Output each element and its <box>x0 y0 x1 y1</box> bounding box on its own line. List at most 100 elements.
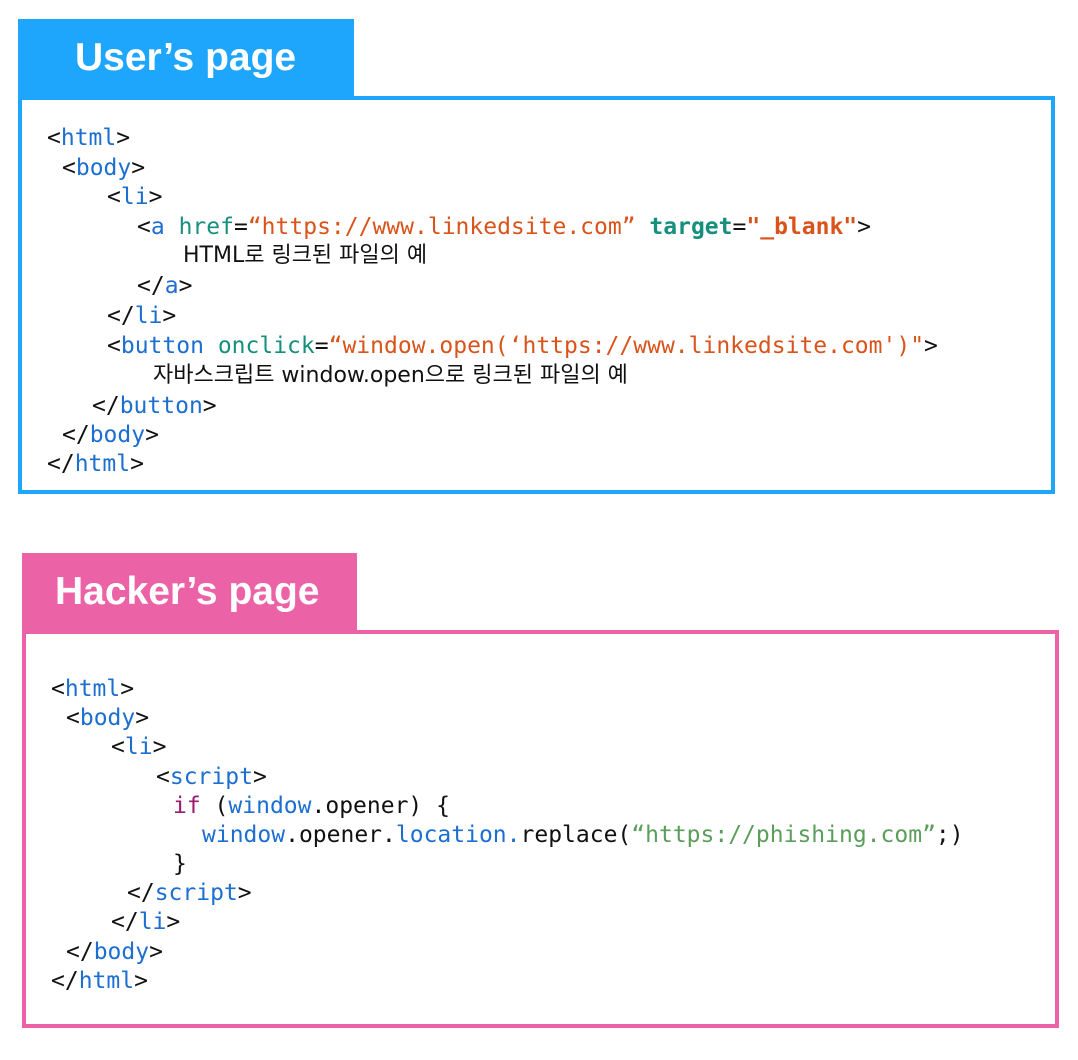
punct: < <box>47 125 61 151</box>
code-line: </html> <box>51 966 148 996</box>
punct: > <box>120 676 135 702</box>
tag-name: html <box>78 968 135 994</box>
tag-name: body <box>89 422 146 448</box>
code-line: <li> <box>111 732 166 762</box>
punct: < <box>107 333 121 359</box>
tag-name: button <box>120 333 204 359</box>
code-line: window.opener.location.replace(“https://… <box>202 820 964 850</box>
tag-name: button <box>119 393 203 419</box>
punct: > <box>135 705 150 731</box>
hacker-page-tab: Hacker’s page <box>22 553 357 631</box>
tag-name: li <box>138 909 167 935</box>
button-text: 자바스크립트 window.open으로 링크된 파일의 예 <box>153 363 628 388</box>
punct: > <box>924 333 938 359</box>
code-line: </body> <box>66 937 163 967</box>
attribute-name: href <box>178 214 234 240</box>
tag-name: a <box>164 273 179 299</box>
code-line: <html> <box>47 123 130 153</box>
punct: ( <box>200 793 229 819</box>
tag-name: script <box>154 880 238 906</box>
code-line: <body> <box>62 153 145 183</box>
punct: </ <box>66 939 94 965</box>
hacker-page-title: Hacker’s page <box>55 570 320 613</box>
tag-name: li <box>134 303 163 329</box>
user-page-code-box: <html> <body> <li> <a href=“https://www.… <box>18 96 1055 494</box>
object-name: window <box>228 793 312 819</box>
code-text: .opener) { <box>311 793 450 819</box>
punct: > <box>134 968 148 994</box>
attribute-value: “https://www.linkedsite.com” <box>247 214 636 240</box>
keyword: if <box>173 793 201 819</box>
code-line: <button onclick=“window.open(‘https://ww… <box>107 331 938 361</box>
punct: > <box>152 734 167 760</box>
code-line: <body> <box>66 703 149 733</box>
punct: </ <box>127 880 155 906</box>
code-line: <script> <box>156 762 267 792</box>
punct: </ <box>111 909 139 935</box>
punct: > <box>145 422 159 448</box>
punct: > <box>237 880 252 906</box>
punct: < <box>62 155 76 181</box>
tag-name: html <box>64 676 121 702</box>
attribute-name: onclick <box>217 333 315 359</box>
code-line: <html> <box>51 674 134 704</box>
punct: = <box>233 214 248 240</box>
punct: < <box>66 705 80 731</box>
punct: < <box>107 184 121 210</box>
punct: > <box>166 909 181 935</box>
tag-name: body <box>93 939 150 965</box>
punct: > <box>148 184 163 210</box>
punct: > <box>116 125 131 151</box>
code-line: </body> <box>62 420 159 450</box>
tag-name: body <box>75 155 132 181</box>
punct: ;) <box>935 822 964 848</box>
punct: > <box>178 273 193 299</box>
property-name: location. <box>395 822 521 848</box>
punct: </ <box>107 303 135 329</box>
string-literal: “https://phishing.com” <box>631 822 936 848</box>
punct: > <box>857 214 872 240</box>
tag-name: li <box>120 184 149 210</box>
punct: } <box>173 851 187 877</box>
punct: </ <box>62 422 90 448</box>
punct: > <box>162 303 177 329</box>
tag-name: li <box>124 734 153 760</box>
attribute-name: target <box>649 214 733 240</box>
punct: > <box>252 764 267 790</box>
punct: > <box>149 939 163 965</box>
punct: > <box>202 393 217 419</box>
tag-name: html <box>60 125 117 151</box>
code-line: } <box>173 849 187 879</box>
punct: = <box>314 333 329 359</box>
code-text: .opener. <box>285 822 396 848</box>
object-name: window <box>202 822 286 848</box>
code-line: </button> <box>92 391 217 421</box>
punct: > <box>130 451 144 477</box>
code-line: if (window.opener) { <box>173 791 450 821</box>
tag-name: html <box>74 451 131 477</box>
punct: < <box>111 734 125 760</box>
tag-name: script <box>169 764 253 790</box>
punct: > <box>131 155 146 181</box>
code-line: </li> <box>107 301 176 331</box>
tag-name: body <box>79 705 136 731</box>
code-line: </a> <box>137 271 192 301</box>
punct: </ <box>92 393 120 419</box>
hacker-page-code-box: <html> <body> <li> <script> if (window.o… <box>22 630 1059 1028</box>
punct: < <box>137 214 151 240</box>
attribute-value: “window.open(‘https://www.linkedsite.com… <box>328 333 925 359</box>
punct: </ <box>47 451 75 477</box>
function-call: replace( <box>520 822 632 848</box>
user-page-tab: User’s page <box>18 19 354 97</box>
code-line: </li> <box>111 907 180 937</box>
user-page-title: User’s page <box>75 36 297 79</box>
attribute-value: "_blank" <box>746 214 858 240</box>
code-line: </script> <box>127 878 252 908</box>
punct: </ <box>137 273 165 299</box>
punct: < <box>156 764 170 790</box>
punct: = <box>732 214 747 240</box>
tag-name: a <box>150 214 165 240</box>
